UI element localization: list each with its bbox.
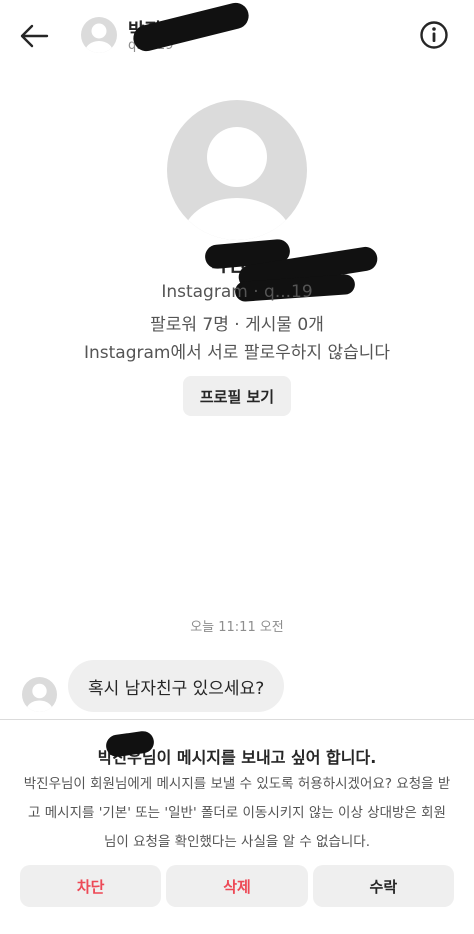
back-button[interactable] xyxy=(16,18,52,54)
message-bubble[interactable]: 혹시 남자친구 있으세요? xyxy=(68,660,285,712)
arrow-left-icon xyxy=(20,24,49,48)
message-timestamp: 오늘 11:11 오전 xyxy=(190,620,284,635)
block-button[interactable]: 차단 xyxy=(20,865,162,907)
profile-instagram-line: Instagram · q...19 xyxy=(161,282,313,302)
profile-stats: 팔로워 7명 · 게시물 0개 xyxy=(150,315,324,335)
default-avatar-icon xyxy=(182,127,292,240)
default-avatar-icon xyxy=(26,683,53,712)
request-title: 박진우님이 메시지를 보내고 싶어 합니다. xyxy=(97,748,377,767)
request-description: 박진우님이 회원님에게 메시지를 보낼 수 있도록 허용하시겠어요? 요청을 받… xyxy=(23,776,451,850)
info-circle-icon xyxy=(420,21,448,49)
accept-button[interactable]: 수락 xyxy=(312,865,454,907)
request-actions: 차단 삭제 수락 xyxy=(20,865,454,907)
sender-avatar[interactable] xyxy=(22,677,57,712)
profile-mutual: Instagram에서 서로 팔로우하지 않습니다 xyxy=(83,343,391,363)
header-avatar[interactable] xyxy=(81,17,117,53)
delete-button[interactable]: 삭제 xyxy=(166,865,308,907)
info-button[interactable] xyxy=(416,17,452,53)
message-request-panel: 박진우님이 메시지를 보내고 싶어 합니다. 박진우님이 회원님에게 메시지를 … xyxy=(0,719,474,934)
profile-avatar[interactable] xyxy=(167,100,307,240)
view-profile-button[interactable]: 프로필 보기 xyxy=(183,376,291,416)
default-avatar-icon xyxy=(85,23,113,53)
